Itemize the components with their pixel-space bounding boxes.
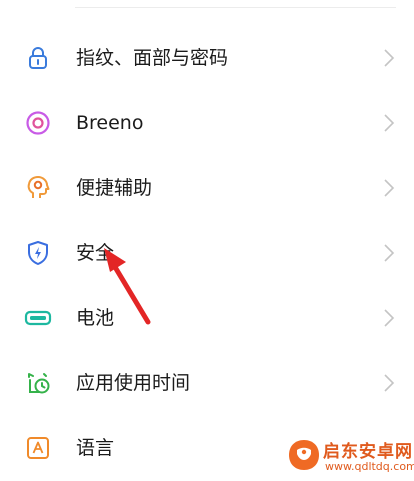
chevron-right-icon: [382, 46, 396, 70]
settings-item-label: Breeno: [76, 112, 144, 134]
settings-item-battery[interactable]: 电池: [0, 286, 414, 351]
breeno-icon: [24, 109, 52, 137]
language-icon: [24, 434, 52, 462]
watermark: 启东安卓网 www.qdltdq.com: [283, 436, 414, 477]
settings-item-label: 语言: [76, 437, 115, 459]
chevron-right-icon: [382, 371, 396, 395]
chevron-right-icon: [382, 241, 396, 265]
settings-item-security[interactable]: 安全: [0, 221, 414, 286]
settings-item-label: 应用使用时间: [76, 372, 191, 394]
settings-list: 指纹、面部与密码 Breeno 便捷辅助 安全 电池 应用使用时间 语言: [0, 26, 414, 481]
settings-item-accessibility[interactable]: 便捷辅助: [0, 156, 414, 221]
head-gear-icon: [24, 174, 52, 202]
top-divider: [75, 7, 396, 8]
chevron-right-icon: [382, 306, 396, 330]
site-logo-icon: [289, 440, 319, 470]
alarm-clock-icon: [24, 369, 52, 397]
battery-icon: [24, 304, 52, 332]
settings-item-label: 便捷辅助: [76, 177, 153, 199]
settings-item-fingerprint-face-password[interactable]: 指纹、面部与密码: [0, 26, 414, 91]
shield-bolt-icon: [24, 239, 52, 267]
watermark-title: 启东安卓网: [323, 442, 413, 462]
red-arrow-annotation: [104, 248, 151, 325]
settings-item-breeno[interactable]: Breeno: [0, 91, 414, 156]
watermark-url: www.qdltdq.com: [325, 460, 414, 473]
settings-item-label: 指纹、面部与密码: [76, 47, 229, 69]
chevron-right-icon: [382, 176, 396, 200]
lock-icon: [24, 44, 52, 72]
settings-item-app-usage-time[interactable]: 应用使用时间: [0, 351, 414, 416]
chevron-right-icon: [382, 111, 396, 135]
